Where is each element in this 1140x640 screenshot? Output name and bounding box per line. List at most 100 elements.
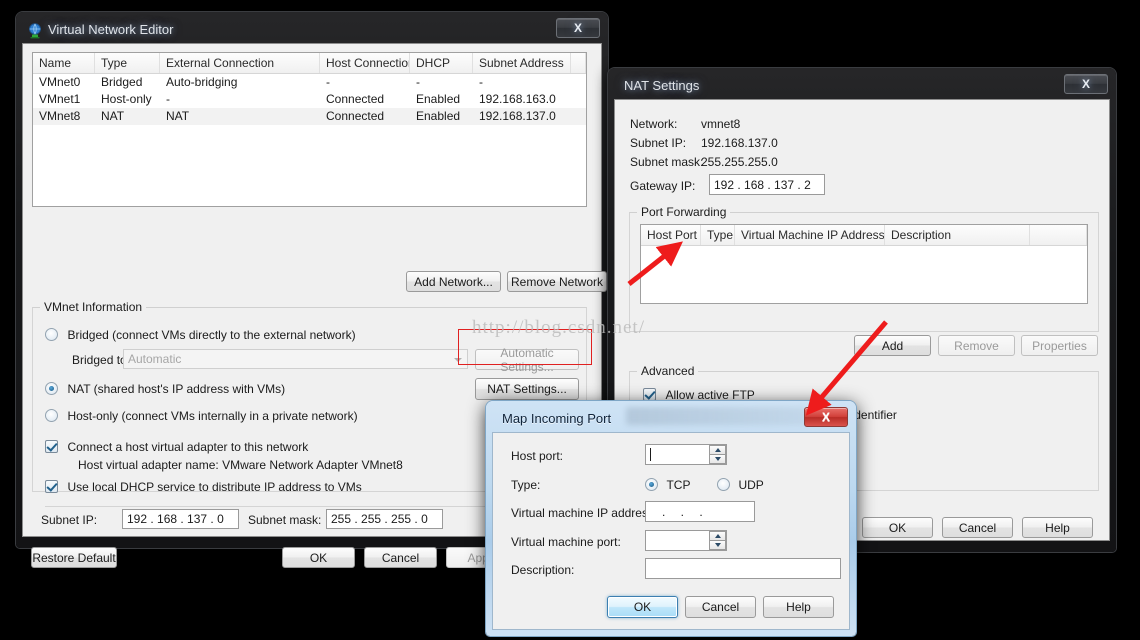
col-name: Name [33, 53, 95, 73]
bridged-to-label: Bridged to: [72, 353, 131, 367]
vne-ok-button[interactable]: OK [282, 547, 355, 568]
cell-subnet: 192.168.137.0 [479, 109, 556, 123]
map-port-body: Host port: Type: TCP UDP Virtual machine… [492, 432, 850, 630]
cell-type: NAT [101, 109, 125, 123]
map-port-title-text: Map Incoming Port [502, 411, 612, 426]
vne-title-text: Virtual Network Editor [48, 22, 174, 37]
add-button[interactable]: Add [854, 335, 931, 356]
nat-cancel-button[interactable]: Cancel [942, 517, 1013, 538]
add-network-button[interactable]: Add Network... [406, 271, 501, 292]
vne-close-button[interactable]: X [556, 18, 600, 38]
radio-bridged-label: Bridged (connect VMs directly to the ext… [67, 328, 356, 342]
col-type: Type [701, 225, 735, 245]
port-forwarding-group: Port Forwarding Host Port Type Virtual M… [629, 205, 1099, 332]
radio-udp[interactable] [717, 478, 730, 491]
nat-help-button[interactable]: Help [1022, 517, 1093, 538]
host-port-spinner[interactable] [709, 445, 726, 464]
cell-host: - [326, 75, 330, 89]
text-caret [650, 448, 651, 461]
cell-name: VMnet8 [39, 109, 81, 123]
radio-bridged-row[interactable]: Bridged (connect VMs directly to the ext… [45, 326, 356, 344]
col-type: Type [95, 53, 160, 73]
radio-nat-label: NAT (shared host's IP address with VMs) [67, 382, 286, 396]
subnet-ip-input[interactable]: 192 . 168 . 137 . 0 [122, 509, 239, 529]
cell-external: NAT [166, 109, 190, 123]
table-row[interactable]: VMnet1 Host-only - Connected Enabled 192… [33, 91, 586, 108]
nat-network-value: vmnet8 [701, 117, 741, 131]
nat-title-bar: NAT Settings X [614, 73, 1110, 99]
col-host-connection: Host Connection [320, 53, 410, 73]
dhcp-checkbox[interactable] [45, 480, 58, 493]
description-label: Description: [511, 563, 575, 577]
radio-nat[interactable] [45, 382, 58, 395]
vm-port-input[interactable] [645, 530, 727, 551]
host-adapter-name: Host virtual adapter name: VMware Networ… [78, 458, 403, 472]
type-udp-row[interactable]: UDP [717, 476, 764, 494]
vne-cancel-button[interactable]: Cancel [364, 547, 437, 568]
nat-subnet-mask-value: 255.255.255.0 [701, 155, 778, 169]
col-dhcp: DHCP [410, 53, 473, 73]
host-port-input[interactable] [645, 444, 727, 465]
vne-title-bar: Virtual Network Editor X [22, 17, 602, 43]
bridged-to-combobox[interactable]: Automatic [123, 349, 468, 369]
radio-hostonly-label: Host-only (connect VMs internally in a p… [67, 409, 358, 423]
host-adapter-label: Connect a host virtual adapter to this n… [67, 440, 309, 454]
map-port-title-bar: Map Incoming Port X [492, 406, 850, 432]
radio-tcp[interactable] [645, 478, 658, 491]
table-row[interactable]: VMnet8 NAT NAT Connected Enabled 192.168… [33, 108, 586, 125]
nat-ok-button[interactable]: OK [862, 517, 933, 538]
col-vm-ip-address: Virtual Machine IP Address [735, 225, 885, 245]
col-spacer [1030, 225, 1087, 245]
automatic-settings-button: Automatic Settings... [475, 346, 579, 374]
nat-subnet-mask-label: Subnet mask: [630, 155, 704, 169]
map-port-cancel-button[interactable]: Cancel [685, 596, 756, 618]
subnet-ip-label: Subnet IP: [41, 513, 98, 527]
cell-host: Connected [326, 92, 385, 106]
type-label: Type: [511, 478, 541, 492]
host-adapter-checkbox[interactable] [45, 440, 58, 453]
description-input[interactable] [645, 558, 841, 579]
restore-default-button[interactable]: Restore Default [31, 547, 117, 568]
cell-type: Host-only [101, 92, 152, 106]
cell-dhcp: - [416, 75, 420, 89]
col-description: Description [885, 225, 1030, 245]
active-ftp-checkbox[interactable] [643, 388, 656, 401]
properties-button: Properties [1021, 335, 1098, 356]
subnet-mask-input[interactable]: 255 . 255 . 255 . 0 [326, 509, 443, 529]
cell-external: Auto-bridging [166, 75, 238, 89]
nat-subnet-ip-value: 192.168.137.0 [701, 136, 778, 150]
subnet-mask-label: Subnet mask: [248, 513, 322, 527]
map-port-close-button[interactable]: X [804, 407, 848, 427]
dhcp-label: Use local DHCP service to distribute IP … [67, 480, 362, 494]
map-port-ok-button[interactable]: OK [607, 596, 678, 618]
bridged-to-value: Automatic [128, 352, 182, 366]
nat-close-button[interactable]: X [1064, 74, 1108, 94]
cell-type: Bridged [101, 75, 143, 89]
map-incoming-port-window: Map Incoming Port X Host port: Type: TCP… [486, 401, 856, 636]
chk-host-adapter-row[interactable]: Connect a host virtual adapter to this n… [45, 438, 308, 456]
port-forwarding-table[interactable]: Host Port Type Virtual Machine IP Addres… [640, 224, 1088, 304]
vm-ip-input[interactable]: . . . [645, 501, 755, 522]
port-forwarding-title: Port Forwarding [637, 205, 731, 219]
vm-ip-label: Virtual machine IP address: [511, 506, 658, 520]
remove-network-button[interactable]: Remove Network [507, 271, 607, 292]
map-port-help-button[interactable]: Help [763, 596, 834, 618]
radio-bridged[interactable] [45, 328, 58, 341]
nat-settings-button[interactable]: NAT Settings... [475, 378, 579, 400]
advanced-title: Advanced [637, 364, 699, 378]
radio-hostonly[interactable] [45, 409, 58, 422]
radio-hostonly-row[interactable]: Host-only (connect VMs internally in a p… [45, 407, 358, 425]
cell-subnet: 192.168.163.0 [479, 92, 556, 106]
cell-name: VMnet0 [39, 75, 81, 89]
radio-nat-row[interactable]: NAT (shared host's IP address with VMs) [45, 380, 285, 398]
chk-dhcp-row[interactable]: Use local DHCP service to distribute IP … [45, 478, 362, 496]
type-tcp-row[interactable]: TCP [645, 476, 690, 494]
cell-external: - [166, 92, 170, 106]
nat-subnet-ip-label: Subnet IP: [630, 136, 687, 150]
chevron-down-icon[interactable] [454, 358, 462, 362]
radio-tcp-label: TCP [666, 478, 691, 492]
vm-port-spinner[interactable] [709, 531, 726, 550]
nat-gateway-ip-input[interactable]: 192 . 168 . 137 . 2 [709, 174, 825, 195]
vmnet-list-table[interactable]: Name Type External Connection Host Conne… [32, 52, 587, 207]
table-row[interactable]: VMnet0 Bridged Auto-bridging - - - [33, 74, 586, 91]
